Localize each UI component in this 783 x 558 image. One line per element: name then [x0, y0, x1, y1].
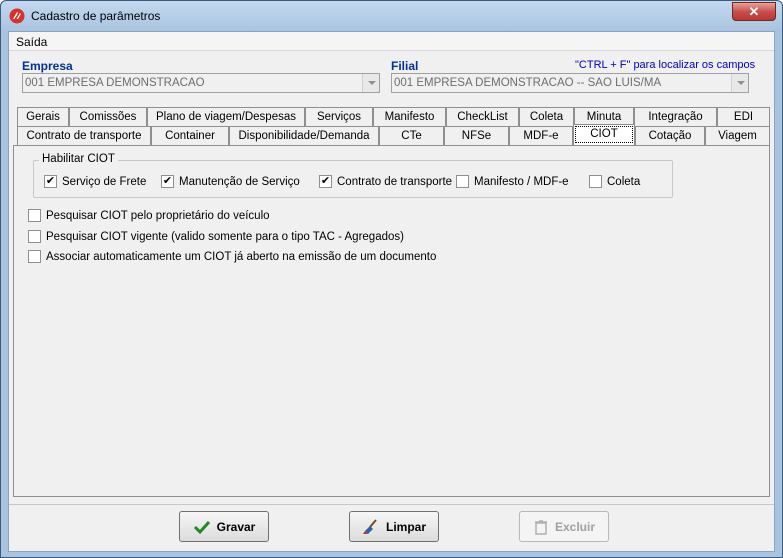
- tab-comissoes[interactable]: Comissões: [69, 107, 147, 126]
- chk-manifesto-mdfe[interactable]: Manifesto / MDF-e: [456, 175, 569, 188]
- excluir-button[interactable]: Excluir: [519, 511, 609, 542]
- chk-label: Manutenção de Serviço: [179, 175, 300, 188]
- broom-icon: [362, 518, 377, 534]
- chevron-down-icon[interactable]: [362, 74, 379, 92]
- tab-contrato-transporte[interactable]: Contrato de transporte: [17, 126, 151, 145]
- chk-label: Contrato de transporte: [337, 175, 453, 188]
- divider: [9, 504, 774, 505]
- tab-integracao[interactable]: Integração: [634, 107, 717, 126]
- chk-label: Coleta: [607, 175, 641, 188]
- tab-coleta[interactable]: Coleta: [519, 107, 574, 126]
- chk-coleta[interactable]: Coleta: [589, 175, 640, 188]
- chk-label: Serviço de Frete: [62, 175, 147, 188]
- filial-value: 001 EMPRESA DEMONSTRACAO -- SAO LUIS/MA: [394, 77, 662, 89]
- tab-ciot[interactable]: CIOT: [573, 124, 635, 145]
- checkbox-unchecked-icon[interactable]: [28, 209, 41, 222]
- excluir-label: Excluir: [554, 519, 596, 534]
- window-title: Cadastro de parâmetros: [31, 9, 161, 23]
- empresa-value: 001 EMPRESA DEMONSTRACAO: [25, 77, 205, 89]
- title-bar[interactable]: Cadastro de parâmetros ✕: [1, 1, 782, 31]
- gravar-label: Gravar: [216, 519, 256, 534]
- tab-servicos[interactable]: Serviços: [305, 107, 373, 126]
- trash-icon: [534, 519, 547, 535]
- chk-manutencao-servico[interactable]: ✔ Manutenção de Serviço: [161, 175, 300, 188]
- tab-nfse[interactable]: NFSe: [444, 126, 509, 145]
- checkbox-checked-icon[interactable]: ✔: [161, 175, 174, 188]
- habilitar-ciot-title: Habilitar CIOT: [39, 153, 118, 165]
- checkbox-unchecked-icon[interactable]: [589, 175, 602, 188]
- empresa-select[interactable]: 001 EMPRESA DEMONSTRACAO: [22, 73, 380, 93]
- chk-servico-frete[interactable]: ✔ Serviço de Frete: [44, 175, 146, 188]
- tab-cotacao[interactable]: Cotação: [635, 126, 705, 145]
- chk-label: Pesquisar CIOT vigente (valido somente p…: [46, 230, 404, 243]
- check-icon: [193, 520, 210, 534]
- chk-pesquisar-proprietario[interactable]: Pesquisar CIOT pelo proprietário do veíc…: [28, 209, 270, 222]
- tab-plano-viagem[interactable]: Plano de viagem/Despesas: [147, 107, 305, 126]
- checkbox-unchecked-icon[interactable]: [28, 230, 41, 243]
- checkbox-checked-icon[interactable]: ✔: [44, 175, 57, 188]
- tab-manifesto[interactable]: Manifesto: [373, 107, 446, 126]
- tab-cte[interactable]: CTe: [379, 126, 444, 145]
- filial-select[interactable]: 001 EMPRESA DEMONSTRACAO -- SAO LUIS/MA: [391, 73, 749, 93]
- client-area: Saída Empresa 001 EMPRESA DEMONSTRACAO F…: [8, 31, 775, 552]
- checkbox-checked-icon[interactable]: ✔: [319, 175, 332, 188]
- chevron-down-icon[interactable]: [731, 74, 748, 92]
- tab-edi[interactable]: EDI: [717, 107, 770, 126]
- chk-pesquisar-vigente[interactable]: Pesquisar CIOT vigente (valido somente p…: [28, 230, 404, 243]
- checkbox-unchecked-icon[interactable]: [456, 175, 469, 188]
- close-button[interactable]: ✕: [732, 2, 776, 21]
- limpar-label: Limpar: [385, 519, 426, 534]
- checkbox-unchecked-icon[interactable]: [28, 250, 41, 263]
- tab-viagem[interactable]: Viagem: [705, 126, 770, 145]
- tab-gerais[interactable]: Gerais: [17, 107, 69, 126]
- chk-label: Manifesto / MDF-e: [474, 175, 569, 188]
- menu-item-saida[interactable]: Saída: [16, 35, 47, 49]
- chk-label: Pesquisar CIOT pelo proprietário do veíc…: [46, 209, 270, 222]
- app-logo-icon: [9, 8, 25, 24]
- gravar-button[interactable]: Gravar: [179, 511, 269, 542]
- search-hint: "CTRL + F" para localizar os campos: [575, 59, 756, 71]
- limpar-button[interactable]: Limpar: [349, 511, 439, 542]
- tab-mdfe[interactable]: MDF-e: [509, 126, 573, 145]
- tab-disponibilidade[interactable]: Disponibilidade/Demanda: [229, 126, 379, 145]
- menu-bar: Saída: [9, 32, 774, 51]
- main-window: Cadastro de parâmetros ✕ Saída Empresa 0…: [0, 0, 783, 558]
- chk-contrato-transporte[interactable]: ✔ Contrato de transporte: [319, 175, 452, 188]
- empresa-label: Empresa: [22, 59, 73, 73]
- tab-checklist[interactable]: CheckList: [446, 107, 519, 126]
- chk-label: Associar automaticamente um CIOT já aber…: [46, 250, 437, 263]
- tab-container[interactable]: Container: [151, 126, 229, 145]
- chk-associar-automaticamente[interactable]: Associar automaticamente um CIOT já aber…: [28, 250, 436, 263]
- filial-label: Filial: [391, 59, 419, 73]
